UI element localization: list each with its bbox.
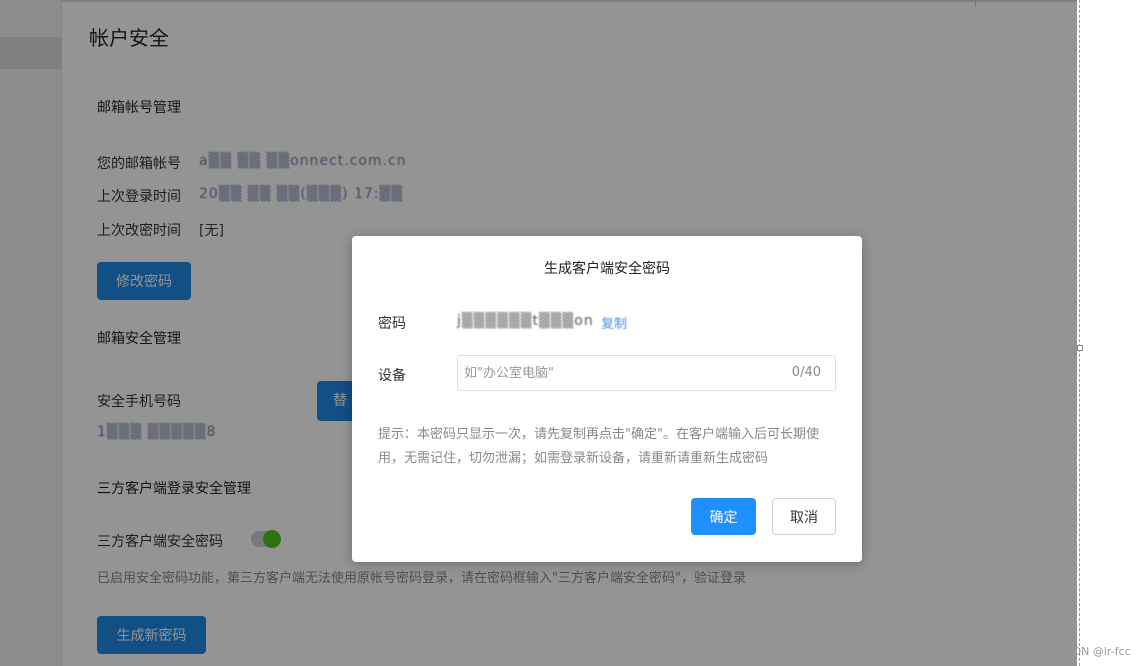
device-input[interactable] <box>458 356 778 390</box>
device-field: 0/40 <box>457 355 836 391</box>
password-label: 密码 <box>378 316 406 332</box>
confirm-button[interactable]: 确定 <box>691 498 756 535</box>
resize-handle[interactable] <box>1077 345 1083 351</box>
device-char-counter: 0/40 <box>791 365 821 380</box>
dialog-title: 生成客户端安全密码 <box>544 261 670 277</box>
cancel-button[interactable]: 取消 <box>772 498 836 535</box>
device-label: 设备 <box>378 368 406 384</box>
generate-password-dialog: 生成客户端安全密码 密码 j▒▒▒▒▒▒t▒▒▒on 复制 设备 0/40 提示… <box>352 236 862 562</box>
watermark: CSDN @lr-fcc <box>1058 645 1131 658</box>
dialog-tip: 提示：本密码只显示一次，请先复制再点击"确定"。在客户端输入后可长期使用，无需记… <box>378 427 819 466</box>
resize-guide-line <box>1079 0 1080 666</box>
right-margin <box>1077 0 1145 666</box>
password-value: j▒▒▒▒▒▒t▒▒▒on <box>457 313 594 329</box>
copy-password-link[interactable]: 复制 <box>601 313 627 332</box>
